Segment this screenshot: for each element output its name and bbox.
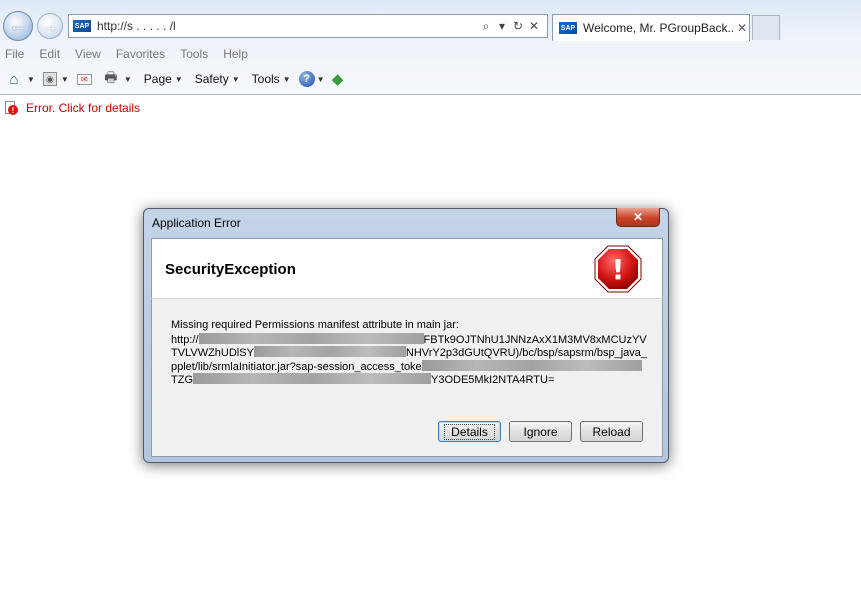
back-button[interactable]: ←: [3, 11, 33, 41]
command-bar: ⌂ ▼ ◉ ▼ ✉ 🖶 ▼ Page ▼ Safety ▼ Tools ▼ ? …: [0, 67, 347, 91]
redacted-block: [193, 373, 431, 384]
page-menu-button[interactable]: Page: [144, 72, 172, 86]
home-dropdown-icon[interactable]: ▼: [27, 75, 35, 84]
exception-heading: SecurityException: [165, 261, 296, 278]
details-button[interactable]: Details: [438, 421, 501, 442]
details-button-label: Details: [444, 423, 495, 440]
menu-file[interactable]: File: [5, 47, 24, 61]
application-error-dialog: Application Error ✕ SecurityException ! …: [143, 208, 669, 463]
page-error-notice[interactable]: ! Error. Click for details: [4, 101, 140, 115]
safety-dropdown-icon[interactable]: ▼: [232, 75, 240, 84]
error-link[interactable]: Error. Click for details: [26, 101, 140, 115]
ignore-button[interactable]: Ignore: [509, 421, 572, 442]
redacted-block: [421, 359, 642, 371]
message-line-4: pplet/lib/srmlaInitiator.jar?sap-session…: [171, 359, 647, 374]
dialog-title: Application Error: [152, 216, 241, 230]
back-arrow-icon: ←: [9, 16, 27, 35]
stop-exclamation-glyph: !: [612, 253, 625, 286]
rss-feed-icon[interactable]: ◉: [42, 72, 57, 86]
menu-favorites[interactable]: Favorites: [116, 47, 165, 61]
dialog-header: SecurityException !: [151, 238, 663, 299]
menu-tools[interactable]: Tools: [180, 47, 208, 61]
redacted-block: [253, 346, 406, 357]
tab-welcome[interactable]: SAP Welcome, Mr. PGroupBack... ✕: [552, 14, 750, 41]
help-dropdown-icon[interactable]: ▼: [317, 75, 325, 84]
forward-button[interactable]: →: [37, 13, 63, 39]
tab-title: Welcome, Mr. PGroupBack...: [583, 21, 733, 35]
redacted-block: [198, 332, 424, 344]
stop-warning-icon: !: [594, 245, 642, 293]
error-page-icon: !: [4, 101, 18, 115]
message-line-5: TZG Y3ODE5MkI2NTA4RTU=: [171, 373, 555, 386]
address-dropdown-icon[interactable]: ▾: [495, 19, 509, 33]
menu-edit[interactable]: Edit: [39, 47, 60, 61]
dialog-close-button[interactable]: ✕: [616, 208, 660, 227]
menu-bar: File Edit View Favorites Tools Help: [0, 44, 263, 64]
site-favicon-icon: SAP: [73, 20, 91, 32]
page-dropdown-icon[interactable]: ▼: [175, 75, 183, 84]
print-icon[interactable]: 🖶: [102, 69, 120, 87]
browser-chrome: ← → SAP http://s . . . . . /l ⌕ ▾ ↻ ✕ SA…: [0, 0, 861, 95]
url-text[interactable]: http://s . . . . . /l: [97, 19, 477, 33]
mail-icon[interactable]: ✉: [76, 73, 92, 85]
error-message: Missing required Permissions manifest at…: [171, 319, 647, 387]
forward-arrow-icon: →: [43, 18, 57, 34]
tab-favicon-icon: SAP: [559, 22, 577, 34]
message-line-1: Missing required Permissions manifest at…: [171, 319, 459, 331]
help-icon[interactable]: ?: [298, 71, 315, 87]
reload-button[interactable]: Reload: [580, 421, 643, 442]
tab-close-icon[interactable]: ✕: [737, 21, 747, 35]
close-icon: ✕: [632, 210, 644, 224]
dialog-body: Missing required Permissions manifest at…: [151, 299, 663, 457]
menu-help[interactable]: Help: [223, 47, 248, 61]
message-line-3: TVLVWZhUDlSY NHVrY2p3dGUtQVRU)/bc/bsp/sap…: [171, 346, 647, 359]
search-icon[interactable]: ⌕: [479, 19, 493, 34]
addon-icon[interactable]: ◆: [329, 71, 347, 88]
refresh-icon[interactable]: ↻: [511, 19, 525, 33]
tools-menu-button[interactable]: Tools: [252, 72, 280, 86]
stop-icon[interactable]: ✕: [527, 19, 541, 33]
address-bar[interactable]: SAP http://s . . . . . /l ⌕ ▾ ↻ ✕: [68, 14, 548, 38]
message-line-2: http://FBTk9OJTNhU1JNNzAxX1M3MV8xMCUzYVV…: [171, 332, 647, 346]
new-tab-button[interactable]: [752, 15, 780, 40]
rss-dropdown-icon[interactable]: ▼: [61, 75, 69, 84]
home-icon[interactable]: ⌂: [5, 71, 23, 88]
safety-menu-button[interactable]: Safety: [195, 72, 229, 86]
tools-dropdown-icon[interactable]: ▼: [283, 75, 291, 84]
print-dropdown-icon[interactable]: ▼: [124, 75, 132, 84]
menu-view[interactable]: View: [75, 47, 101, 61]
